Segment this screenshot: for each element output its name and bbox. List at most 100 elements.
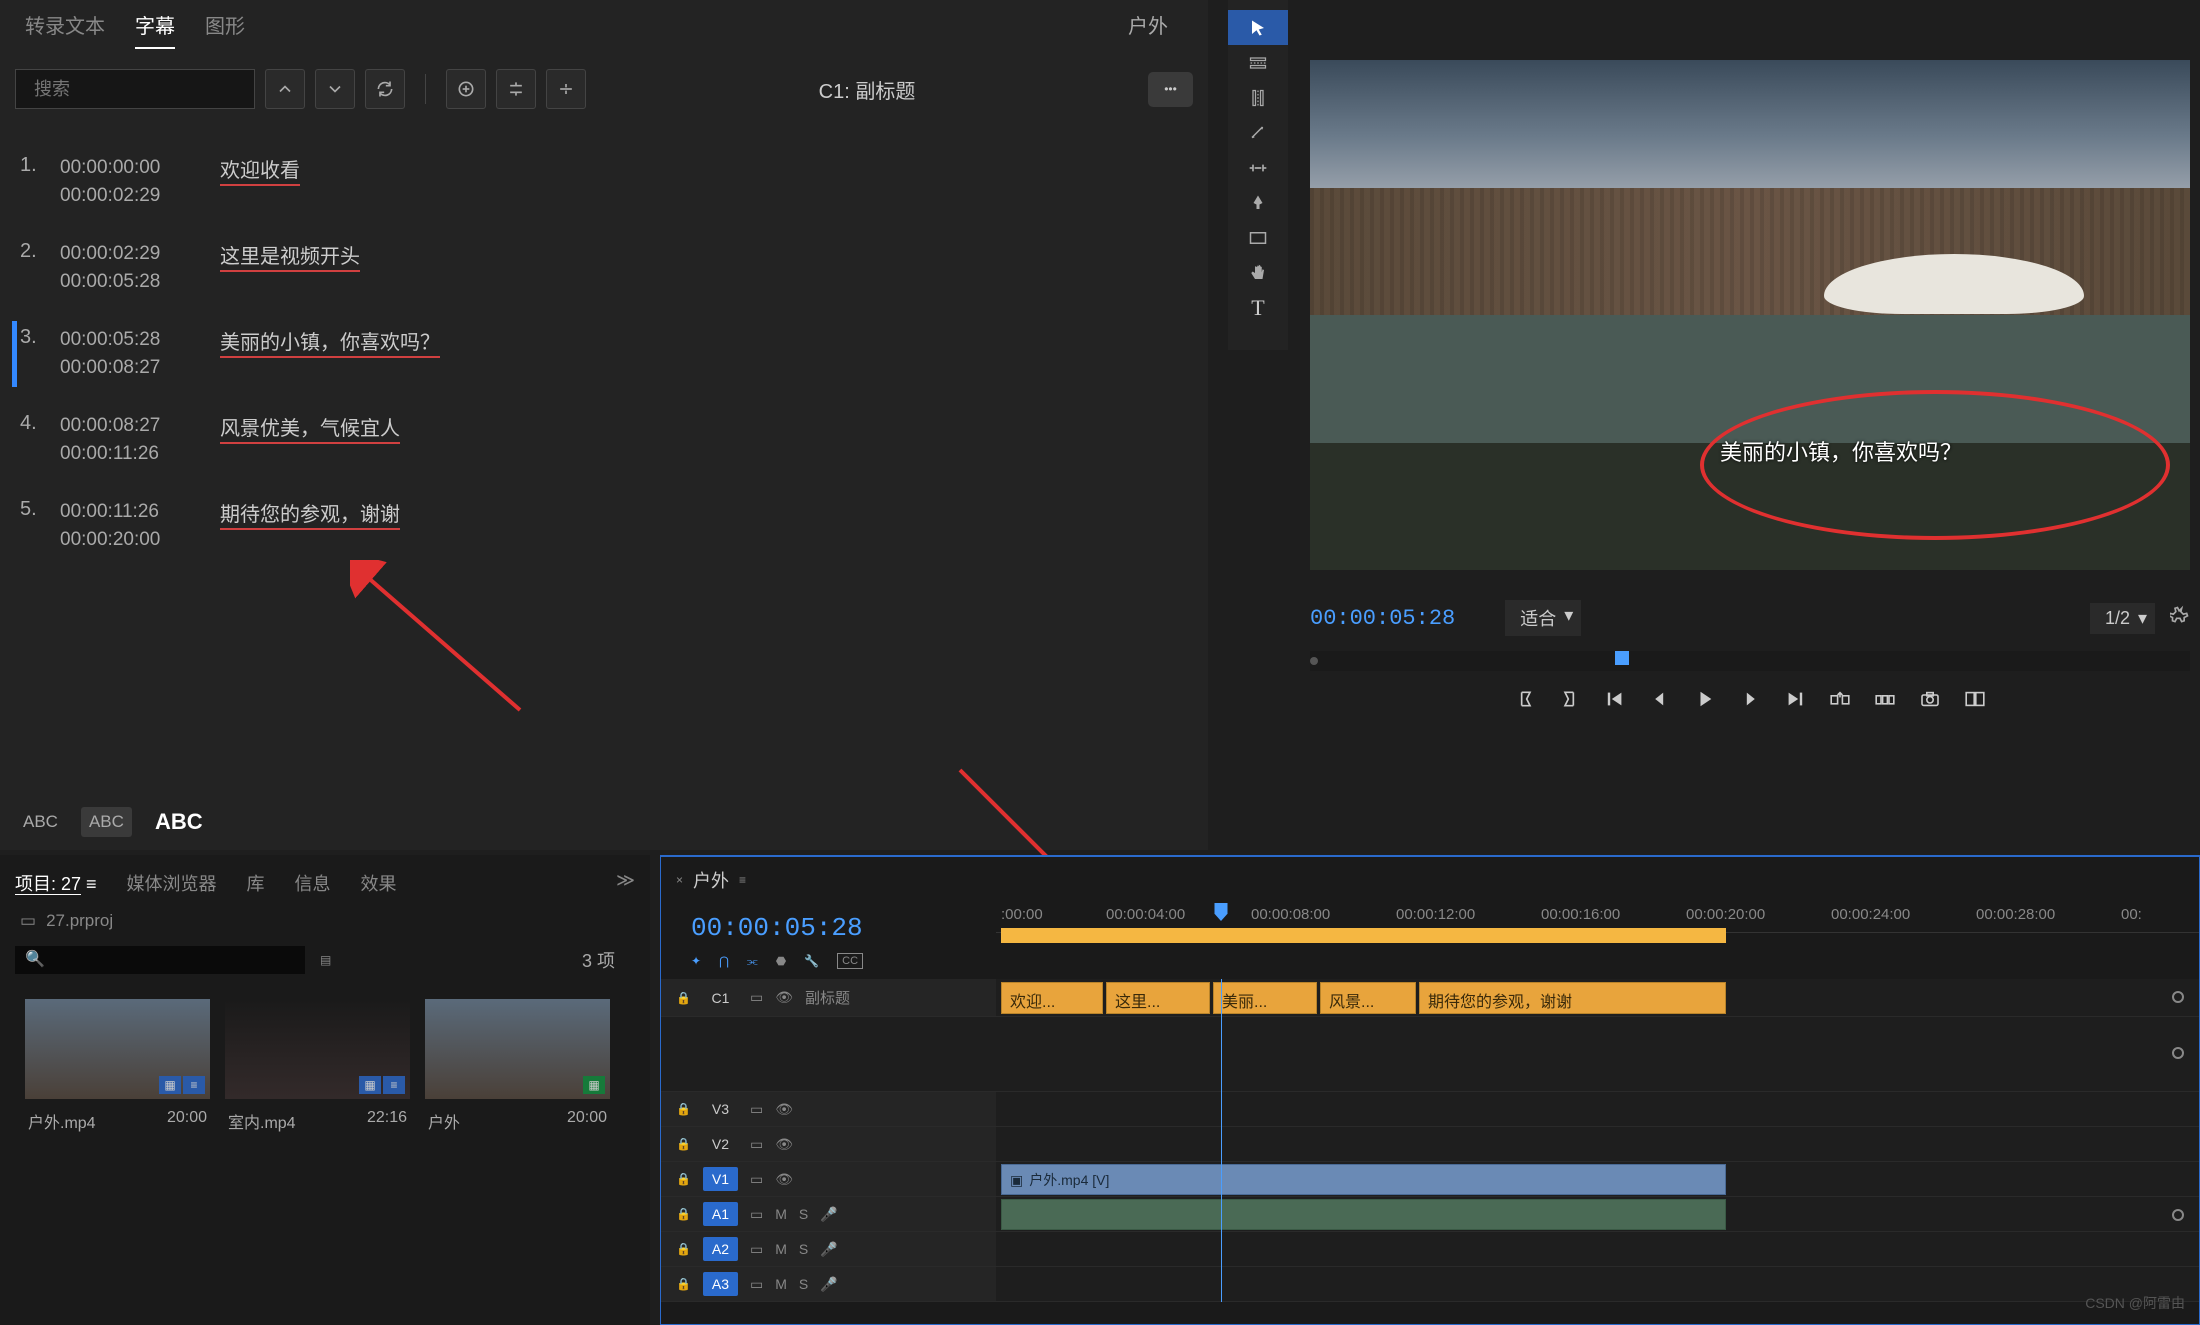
subtitle-item-active[interactable]: 3. 00:00:05:2800:00:08:27 美丽的小镇，你喜欢吗？ xyxy=(20,311,1188,397)
tab-transcript[interactable]: 转录文本 xyxy=(25,10,105,49)
toggle-output-icon[interactable]: ▭ xyxy=(750,989,763,1006)
toggle-output-icon[interactable]: ▭ xyxy=(750,1171,763,1188)
subtitle-item[interactable]: 4. 00:00:08:2700:00:11:26 风景优美，气候宜人 xyxy=(20,397,1188,483)
subtitle-text[interactable]: 风景优美，气候宜人 xyxy=(210,412,400,468)
track-collapse-dot[interactable] xyxy=(2172,1047,2184,1059)
a2-track-header[interactable]: 🔒A2▭MS🎤 xyxy=(661,1232,996,1267)
v1-track[interactable]: ▣户外.mp4 [V] xyxy=(996,1162,2199,1197)
selection-tool[interactable] xyxy=(1228,10,1288,45)
snap-toggle[interactable]: ✦ xyxy=(691,954,701,968)
caption-clip[interactable]: 美丽... xyxy=(1213,982,1317,1014)
filter-icon[interactable]: ▤ xyxy=(320,953,331,967)
settings-button[interactable] xyxy=(2170,605,2190,631)
pen-tool[interactable] xyxy=(1228,185,1288,220)
mute-label[interactable]: M xyxy=(775,1276,787,1292)
tab-project[interactable]: 项目: 27 ≡ xyxy=(15,870,97,896)
a1-track[interactable] xyxy=(996,1197,2199,1232)
eye-icon[interactable]: 👁 xyxy=(775,989,793,1006)
work-area-bar[interactable] xyxy=(1001,928,1726,943)
v3-track-header[interactable]: 🔒V3▭👁 xyxy=(661,1092,996,1127)
audio-clip[interactable] xyxy=(1001,1199,1726,1230)
zoom-fit-dropdown[interactable]: 适合 xyxy=(1505,600,1581,636)
type-tool[interactable]: T xyxy=(1228,290,1288,325)
track-label[interactable]: A2 xyxy=(703,1237,738,1261)
program-scrubber[interactable] xyxy=(1310,651,2190,671)
toggle-output-icon[interactable]: ▭ xyxy=(750,1241,763,1258)
horizontal-center-tool[interactable] xyxy=(1228,80,1288,115)
anchor-tool[interactable] xyxy=(1228,150,1288,185)
media-item[interactable]: ▦ 户外20:00 xyxy=(425,999,610,1143)
playhead-handle[interactable] xyxy=(1215,903,1228,921)
mark-in-button[interactable] xyxy=(1513,686,1538,711)
a3-track-header[interactable]: 🔒A3▭MS🎤 xyxy=(661,1267,996,1302)
tabs-overflow[interactable]: ≫ xyxy=(616,870,635,896)
track-label[interactable]: A3 xyxy=(703,1272,738,1296)
split-caption-button[interactable] xyxy=(496,69,536,109)
tab-media-browser[interactable]: 媒体浏览器 xyxy=(127,870,217,896)
scrub-playhead[interactable] xyxy=(1615,651,1629,665)
mute-label[interactable]: M xyxy=(775,1206,787,1222)
merge-caption-button[interactable] xyxy=(546,69,586,109)
a1-track-header[interactable]: 🔒A1▭MS🎤 xyxy=(661,1197,996,1232)
subtitle-item[interactable]: 1. 00:00:00:0000:00:02:29 欢迎收看 xyxy=(20,139,1188,225)
rotate-tool[interactable] xyxy=(1228,115,1288,150)
track-label[interactable]: V1 xyxy=(703,1167,738,1191)
toggle-output-icon[interactable]: ▭ xyxy=(750,1136,763,1153)
mute-label[interactable]: M xyxy=(775,1241,787,1257)
timeline-tracks[interactable]: 欢迎... 这里... 美丽... 风景... 期待您的参观，谢谢 ▣户外.mp… xyxy=(996,979,2199,1302)
video-clip[interactable]: ▣户外.mp4 [V] xyxy=(1001,1164,1726,1195)
go-to-out-button[interactable] xyxy=(1783,686,1808,711)
step-back-button[interactable] xyxy=(1648,686,1673,711)
resolution-dropdown[interactable]: 1/2 xyxy=(2090,603,2155,634)
lift-button[interactable] xyxy=(1828,686,1853,711)
media-item[interactable]: ▦≡ 室内.mp422:16 xyxy=(225,999,410,1143)
caption-clip[interactable]: 欢迎... xyxy=(1001,982,1103,1014)
search-box[interactable] xyxy=(15,69,255,109)
media-item[interactable]: ▦≡ 户外.mp420:00 xyxy=(25,999,210,1143)
extract-button[interactable] xyxy=(1873,686,1898,711)
tab-graphics[interactable]: 图形 xyxy=(205,10,245,49)
marker-toggle[interactable]: ⬣ xyxy=(776,954,786,968)
a2-track[interactable] xyxy=(996,1232,2199,1267)
track-label[interactable]: V2 xyxy=(703,1132,738,1156)
eye-icon[interactable]: 👁 xyxy=(775,1171,793,1188)
timeline-timecode[interactable]: 00:00:05:28 xyxy=(661,903,996,953)
caption-clip[interactable]: 期待您的参观，谢谢 xyxy=(1419,982,1726,1014)
tab-libraries[interactable]: 库 xyxy=(247,870,265,896)
style-plain-button[interactable]: ABC xyxy=(15,807,66,837)
project-search-input[interactable] xyxy=(15,946,305,974)
nav-up-button[interactable] xyxy=(265,69,305,109)
sequence-title[interactable]: 户外 xyxy=(693,867,729,893)
hand-tool[interactable] xyxy=(1228,255,1288,290)
eye-icon[interactable]: 👁 xyxy=(775,1101,793,1118)
more-options-button[interactable]: ••• xyxy=(1148,72,1193,107)
step-forward-button[interactable] xyxy=(1738,686,1763,711)
export-frame-button[interactable] xyxy=(1918,686,1943,711)
v1-track-header[interactable]: 🔒 V1 ▭ 👁 xyxy=(661,1162,996,1197)
solo-label[interactable]: S xyxy=(799,1276,808,1292)
mic-icon[interactable]: 🎤 xyxy=(820,1241,837,1258)
panel-menu-icon[interactable]: ≡ xyxy=(739,873,746,887)
lock-icon[interactable]: 🔒 xyxy=(676,991,691,1005)
lock-icon[interactable]: 🔒 xyxy=(676,1207,691,1221)
mark-out-button[interactable] xyxy=(1558,686,1583,711)
subtitle-text[interactable]: 欢迎收看 xyxy=(210,154,300,210)
vertical-center-tool[interactable] xyxy=(1228,45,1288,80)
toggle-output-icon[interactable]: ▭ xyxy=(750,1101,763,1118)
lock-icon[interactable]: 🔒 xyxy=(676,1137,691,1151)
track-collapse-dot[interactable] xyxy=(2172,991,2184,1003)
subtitle-text[interactable]: 这里是视频开头 xyxy=(210,240,360,296)
a3-track[interactable] xyxy=(996,1267,2199,1302)
lock-icon[interactable]: 🔒 xyxy=(676,1172,691,1186)
toggle-output-icon[interactable]: ▭ xyxy=(750,1206,763,1223)
search-input[interactable] xyxy=(34,79,266,100)
lock-icon[interactable]: 🔒 xyxy=(676,1242,691,1256)
program-monitor[interactable]: 美丽的小镇，你喜欢吗？ xyxy=(1310,60,2190,570)
tab-info[interactable]: 信息 xyxy=(295,870,331,896)
style-large-button[interactable]: ABC xyxy=(147,804,211,840)
program-timecode[interactable]: 00:00:05:28 xyxy=(1310,606,1455,631)
track-label[interactable]: A1 xyxy=(703,1202,738,1226)
wrench-icon[interactable]: 🔧 xyxy=(804,954,819,968)
tab-effects[interactable]: 效果 xyxy=(361,870,397,896)
linked-selection-toggle[interactable]: ⫘ xyxy=(747,954,758,969)
